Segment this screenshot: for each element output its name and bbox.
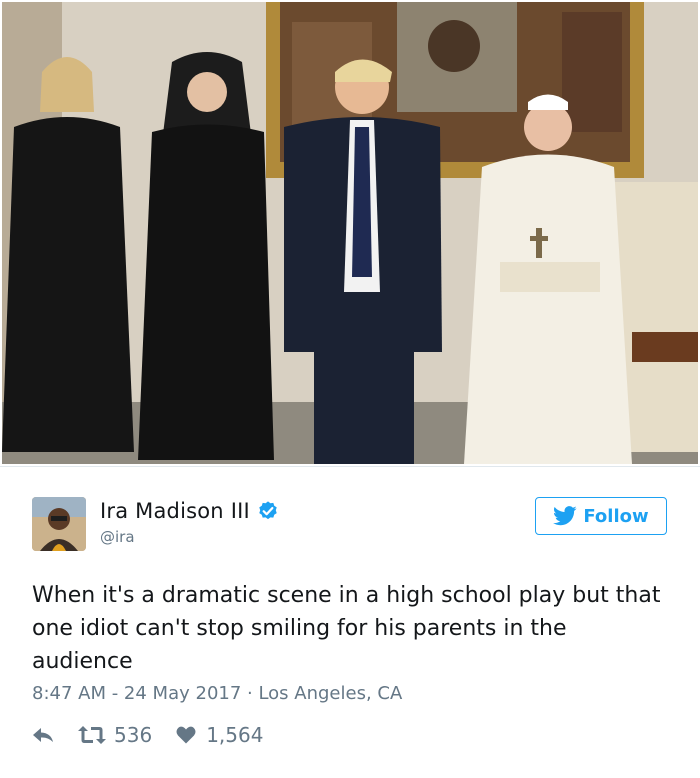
twitter-bird-icon	[553, 506, 577, 526]
reply-icon	[33, 728, 53, 742]
photo-image	[2, 2, 698, 464]
author-name-row[interactable]: Ira Madison III	[100, 499, 279, 523]
like-button[interactable]: 1,564	[176, 723, 263, 747]
follow-button[interactable]: Follow	[535, 497, 667, 535]
tweet-body: Ira Madison III @ira Follow When it's a …	[0, 466, 700, 778]
tweet-card: Ira Madison III @ira Follow When it's a …	[0, 0, 700, 778]
avatar[interactable]	[32, 497, 86, 551]
tweet-actions: 536 1,564	[32, 723, 263, 747]
tweet-timestamp-location[interactable]: 8:47 AM - 24 May 2017 · Los Angeles, CA	[32, 683, 402, 704]
tweet-photo[interactable]	[2, 2, 698, 464]
follow-button-label: Follow	[583, 505, 649, 527]
avatar-image	[32, 497, 86, 551]
verified-badge-icon	[259, 501, 277, 520]
like-count: 1,564	[206, 723, 264, 747]
heart-icon	[176, 726, 196, 744]
retweet-button[interactable]: 536	[78, 723, 152, 747]
retweet-icon	[78, 726, 106, 744]
retweet-count: 536	[114, 723, 153, 747]
tweet-text: When it's a dramatic scene in a high sch…	[32, 583, 661, 674]
reply-button[interactable]	[32, 726, 54, 744]
author-handle[interactable]: @ira	[100, 528, 135, 546]
author-display-name[interactable]: Ira Madison III	[100, 499, 250, 523]
